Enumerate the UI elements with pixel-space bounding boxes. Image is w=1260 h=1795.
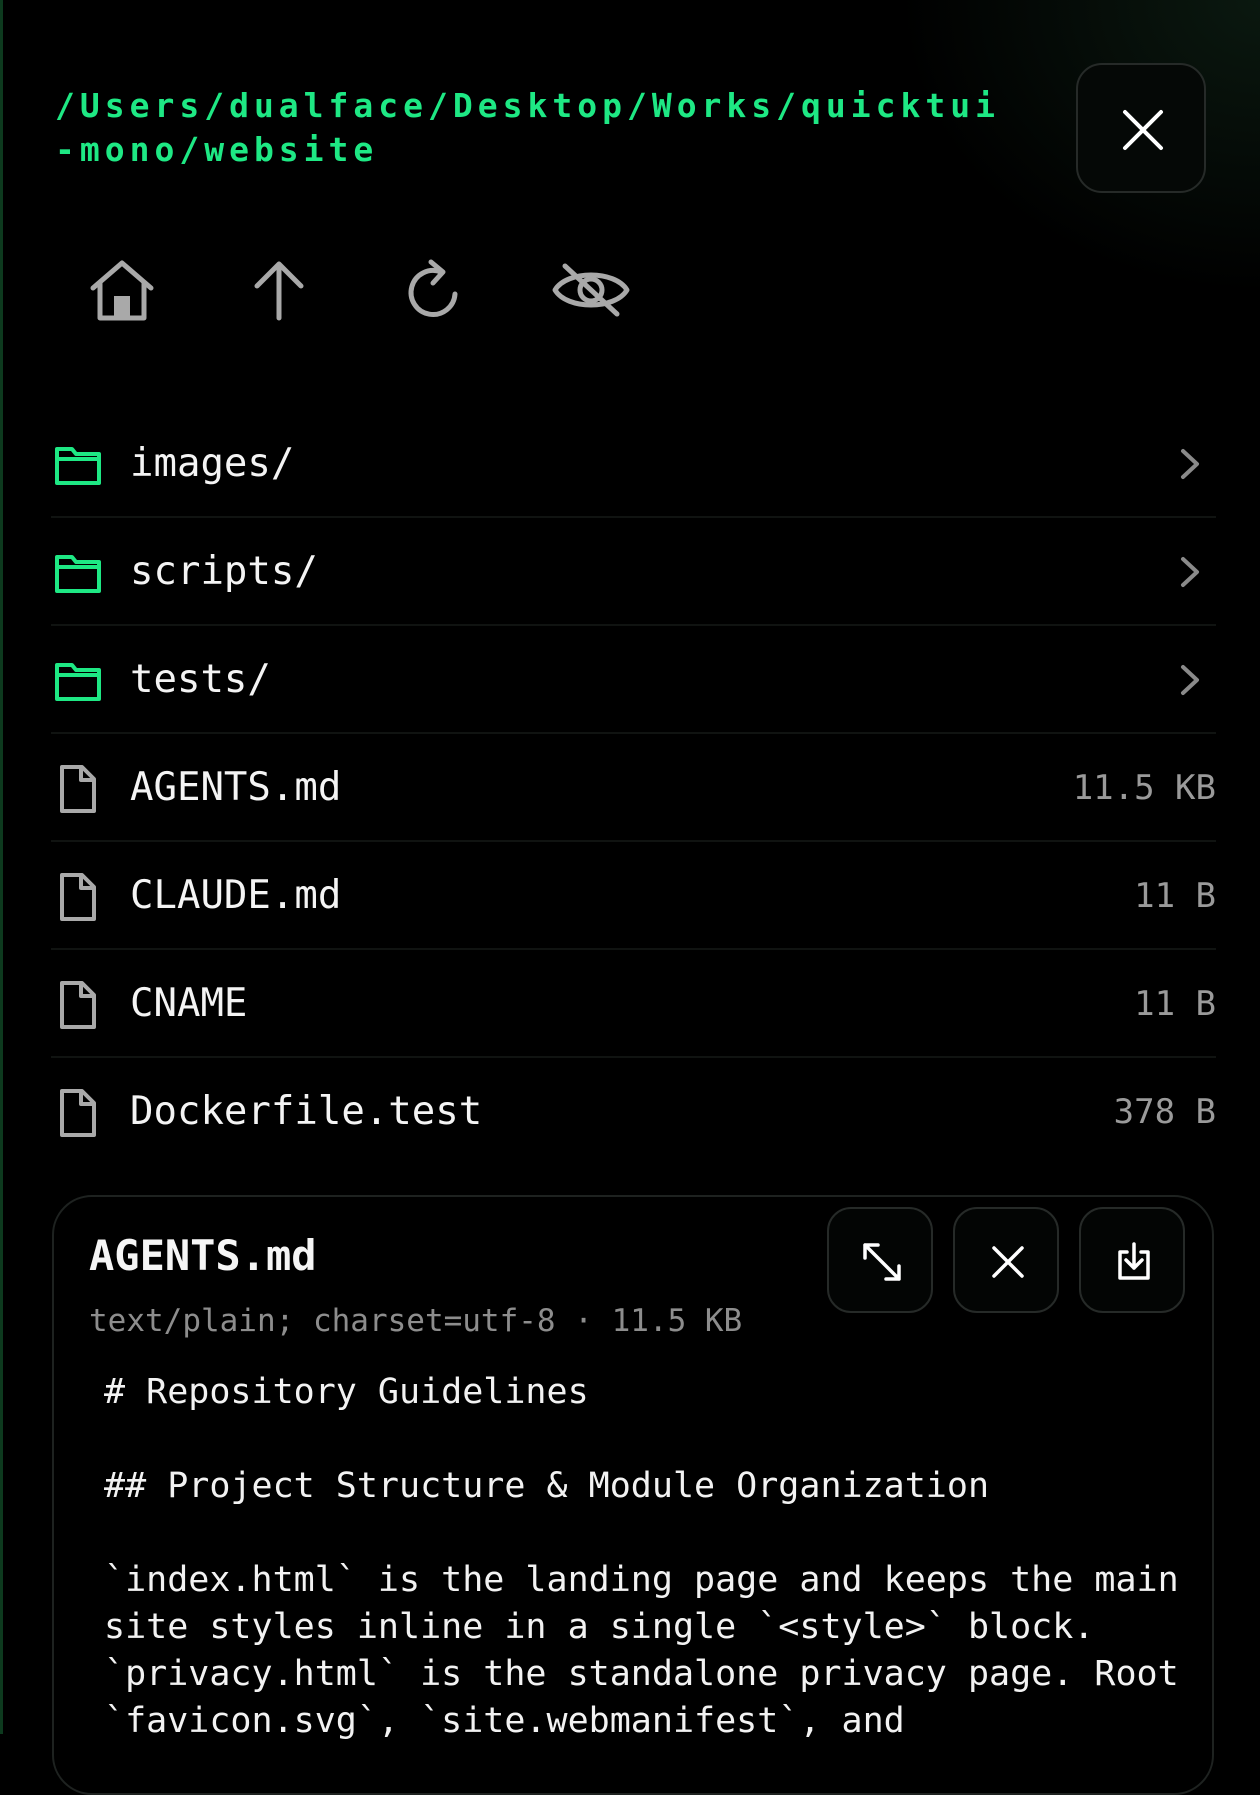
list-item-file[interactable]: Dockerfile.test 378 B	[51, 1058, 1216, 1166]
arrow-up-icon	[254, 261, 304, 321]
list-item-file[interactable]: AGENTS.md 11.5 KB	[51, 734, 1216, 842]
expand-icon	[863, 1243, 901, 1281]
entry-name: CNAME	[130, 981, 248, 1026]
file-browser-panel: /Users/dualface/Desktop/Works/quicktui-m…	[0, 0, 1260, 1795]
toggle-hidden-button[interactable]	[551, 262, 631, 322]
list-item-file[interactable]: CNAME 11 B	[51, 950, 1216, 1058]
expand-button[interactable]	[827, 1207, 933, 1313]
list-item-folder[interactable]: scripts/	[51, 518, 1216, 626]
list-item-folder[interactable]: images/	[51, 410, 1216, 518]
folder-icon	[55, 447, 101, 485]
list-item-file[interactable]: CLAUDE.md 11 B	[51, 842, 1216, 950]
close-preview-button[interactable]	[953, 1207, 1059, 1313]
file-preview-card: AGENTS.md text/plain; charset=utf-8 · 11…	[52, 1195, 1214, 1795]
file-size: 11 B	[1134, 984, 1216, 1024]
file-icon	[60, 873, 96, 921]
folder-icon	[55, 663, 101, 701]
home-button[interactable]	[87, 258, 157, 326]
file-icon	[60, 981, 96, 1029]
entry-name: AGENTS.md	[130, 765, 342, 810]
file-size: 11.5 KB	[1072, 768, 1216, 808]
file-size: 11 B	[1134, 876, 1216, 916]
parent-directory-button[interactable]	[251, 258, 307, 326]
refresh-icon	[408, 259, 458, 317]
download-button[interactable]	[1079, 1207, 1185, 1313]
chevron-right-icon	[1181, 557, 1199, 587]
list-item-folder[interactable]: tests/	[51, 626, 1216, 734]
folder-icon	[55, 555, 101, 593]
close-button[interactable]	[1076, 63, 1206, 193]
chevron-right-icon	[1181, 665, 1199, 695]
entry-name: CLAUDE.md	[130, 873, 342, 918]
file-icon	[60, 1089, 96, 1137]
chevron-right-icon	[1181, 449, 1199, 479]
refresh-button[interactable]	[405, 258, 465, 326]
file-list: images/ scripts/ tests/ AGENTS.md 11.5 K…	[51, 410, 1216, 1166]
preview-content: # Repository Guidelines ## Project Struc…	[104, 1372, 1179, 1741]
preview-meta: text/plain; charset=utf-8 · 11.5 KB	[89, 1303, 743, 1339]
file-icon	[60, 765, 96, 813]
current-path: /Users/dualface/Desktop/Works/quicktui-m…	[55, 86, 1000, 169]
entry-name: images/	[130, 441, 295, 486]
entry-name: tests/	[130, 657, 271, 702]
eye-off-icon	[552, 263, 630, 317]
entry-name: Dockerfile.test	[130, 1089, 483, 1134]
close-icon	[1123, 110, 1163, 150]
close-icon	[992, 1246, 1024, 1278]
file-size: 378 B	[1113, 1092, 1216, 1132]
download-icon	[1118, 1242, 1150, 1280]
home-icon	[90, 260, 154, 321]
entry-name: scripts/	[130, 549, 318, 594]
preview-title: AGENTS.md	[89, 1231, 317, 1280]
